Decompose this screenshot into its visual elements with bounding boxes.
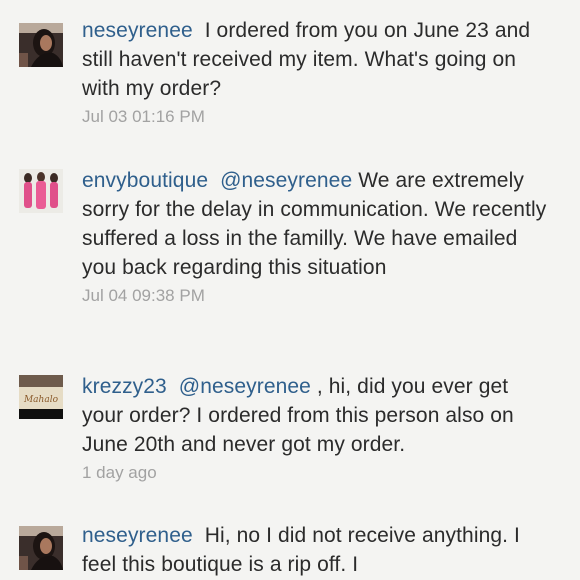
username-link[interactable]: envyboutique [82, 169, 208, 192]
comment-body: neseyrenee Hi, no I did not receive anyt… [82, 521, 552, 579]
username-link[interactable]: neseyrenee [82, 524, 193, 547]
profile-photo-icon [19, 169, 63, 213]
comment-timestamp: 1 day ago [82, 463, 157, 482]
profile-photo-icon [19, 526, 63, 570]
avatar[interactable]: Mahalo [19, 375, 63, 419]
comment-text: krezzy23 @neseyrenee , hi, did you ever … [82, 372, 552, 459]
profile-photo-icon [19, 23, 63, 67]
avatar[interactable] [19, 526, 63, 570]
mahalo-sign-text: Mahalo [23, 395, 59, 405]
username-link[interactable]: krezzy23 [82, 375, 167, 398]
comments-feed: neseyrenee I ordered from you on June 23… [0, 0, 580, 580]
comment-body: krezzy23 @neseyrenee , hi, did you ever … [82, 372, 552, 485]
mention-link[interactable]: @neseyrenee [179, 375, 311, 398]
comment-body: neseyrenee I ordered from you on June 23… [82, 16, 552, 129]
comment-text: neseyrenee Hi, no I did not receive anyt… [82, 521, 552, 579]
avatar[interactable] [19, 169, 63, 213]
comment-timestamp: Jul 03 01:16 PM [82, 107, 205, 126]
profile-photo-icon: Mahalo [19, 375, 63, 419]
avatar[interactable] [19, 23, 63, 67]
comment-body: envyboutique @neseyrenee We are extremel… [82, 166, 552, 308]
comment-text: neseyrenee I ordered from you on June 23… [82, 16, 552, 103]
mention-link[interactable]: @neseyrenee [220, 169, 352, 192]
comment-timestamp: Jul 04 09:38 PM [82, 286, 205, 305]
comment-text: envyboutique @neseyrenee We are extremel… [82, 166, 552, 282]
username-link[interactable]: neseyrenee [82, 19, 193, 42]
